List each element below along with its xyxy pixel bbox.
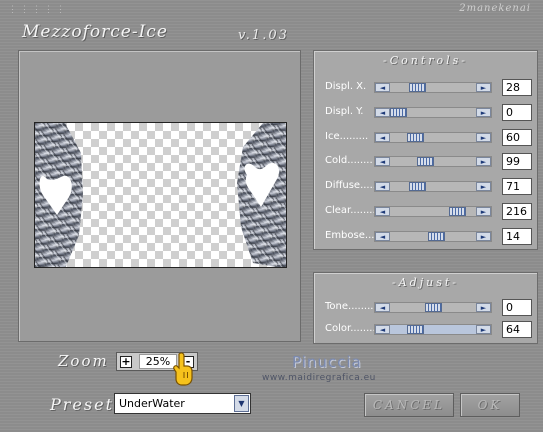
slider-row: Displ. Y. ◄ ► 0 bbox=[314, 103, 537, 122]
ok-button[interactable]: OK bbox=[460, 393, 520, 417]
slider-track[interactable]: ◄ ► bbox=[374, 302, 492, 313]
arrow-left-icon[interactable]: ◄ bbox=[375, 107, 390, 117]
arrow-left-icon[interactable]: ◄ bbox=[375, 182, 390, 192]
slider-track[interactable]: ◄ ► bbox=[374, 181, 492, 193]
arrow-right-icon[interactable]: ► bbox=[476, 207, 491, 216]
slider-value-input[interactable]: 0 bbox=[502, 299, 532, 316]
slider-thumb[interactable] bbox=[407, 325, 424, 334]
slider-label: Clear........ bbox=[325, 205, 376, 216]
arrow-right-icon[interactable]: ► bbox=[476, 132, 491, 142]
arrow-right-icon[interactable]: ► bbox=[476, 83, 491, 92]
arrow-left-icon[interactable]: ◄ bbox=[375, 325, 390, 334]
slider-label: Displ. X. bbox=[325, 81, 367, 92]
preset-label: Preset bbox=[50, 395, 114, 414]
slider-row: Tone......... ◄ ► 0 bbox=[314, 299, 537, 317]
arrow-right-icon[interactable]: ► bbox=[476, 157, 491, 167]
filter-dialog: ⋮⋮⋮⋮⋮ 2manekenai Mezzoforce-Ice v.1.03 -… bbox=[0, 0, 543, 432]
slider-value-input[interactable]: 216 bbox=[502, 203, 532, 220]
slider-track[interactable]: ◄ ► bbox=[374, 156, 492, 168]
slider-value-input[interactable]: 14 bbox=[502, 227, 532, 245]
plugin-title: Mezzoforce-Ice bbox=[22, 22, 168, 42]
slider-track[interactable]: ◄ ► bbox=[374, 206, 492, 217]
pointing-hand-icon bbox=[173, 352, 193, 386]
slider-thumb[interactable] bbox=[390, 107, 407, 117]
slider-thumb[interactable] bbox=[428, 231, 445, 241]
slider-thumb[interactable] bbox=[409, 182, 426, 192]
slider-value-input[interactable]: 60 bbox=[502, 128, 532, 146]
preview-artwork bbox=[35, 123, 286, 267]
slider-label: Displ. Y. bbox=[325, 105, 364, 117]
drag-grip-icon[interactable]: ⋮⋮⋮⋮⋮ bbox=[8, 5, 68, 15]
arrow-left-icon[interactable]: ◄ bbox=[375, 207, 390, 216]
slider-thumb[interactable] bbox=[417, 157, 434, 167]
slider-thumb[interactable] bbox=[449, 207, 466, 216]
arrow-left-icon[interactable]: ◄ bbox=[375, 157, 390, 167]
slider-label: Color........ bbox=[325, 323, 376, 334]
controls-panel: -Controls- Displ. X. ◄ ► 28 Displ. Y. ◄ ► 0 Ice.… bbox=[313, 50, 538, 250]
slider-row: Clear........ ◄ ► 216 bbox=[314, 203, 537, 221]
zoom-in-button[interactable]: + bbox=[120, 356, 132, 368]
arrow-left-icon[interactable]: ◄ bbox=[375, 83, 390, 92]
arrow-left-icon[interactable]: ◄ bbox=[375, 231, 390, 241]
controls-title: -Controls- bbox=[382, 54, 469, 67]
slider-track[interactable]: ◄ ► bbox=[374, 230, 492, 242]
slider-label: Tone......... bbox=[325, 301, 377, 312]
slider-row: Embose...... ◄ ► 14 bbox=[314, 227, 537, 246]
zoom-label: Zoom bbox=[58, 352, 109, 370]
arrow-left-icon[interactable]: ◄ bbox=[375, 132, 390, 142]
watermark-url: www.maidiregrafica.eu bbox=[262, 373, 376, 383]
slider-value-input[interactable]: 99 bbox=[502, 153, 532, 171]
chevron-down-icon[interactable]: ▼ bbox=[234, 395, 249, 412]
slider-track[interactable]: ◄ ► bbox=[374, 131, 492, 143]
arrow-right-icon[interactable]: ► bbox=[476, 231, 491, 241]
preview-panel bbox=[18, 50, 301, 342]
slider-row: Color........ ◄ ► 64 bbox=[314, 321, 537, 339]
title-bar[interactable]: ⋮⋮⋮⋮⋮ 2manekenai bbox=[0, 0, 543, 20]
slider-value-input[interactable]: 28 bbox=[502, 79, 532, 96]
arrow-left-icon[interactable]: ◄ bbox=[375, 303, 390, 312]
slider-track[interactable]: ◄ ► bbox=[374, 324, 492, 335]
preset-dropdown[interactable]: UnderWater ▼ bbox=[114, 393, 251, 414]
slider-row: Displ. X. ◄ ► 28 bbox=[314, 79, 537, 97]
slider-row: Ice......... ◄ ► 60 bbox=[314, 128, 537, 147]
arrow-right-icon[interactable]: ► bbox=[476, 107, 491, 117]
brand-label: 2manekenai bbox=[459, 3, 531, 14]
slider-thumb[interactable] bbox=[407, 132, 424, 142]
slider-row: Cold........ ◄ ► 99 bbox=[314, 153, 537, 171]
slider-label: Ice......... bbox=[325, 130, 369, 142]
arrow-right-icon[interactable]: ► bbox=[476, 182, 491, 192]
slider-value-input[interactable]: 71 bbox=[502, 178, 532, 196]
preview-image[interactable] bbox=[34, 122, 287, 268]
plugin-version: v.1.03 bbox=[238, 28, 289, 43]
adjust-panel: -Adjust- Tone......... ◄ ► 0 Color........ ◄ ►… bbox=[313, 272, 538, 344]
slider-value-input[interactable]: 0 bbox=[502, 103, 532, 121]
slider-row: Diffuse..... ◄ ► 71 bbox=[314, 178, 537, 196]
arrow-right-icon[interactable]: ► bbox=[476, 325, 491, 334]
slider-track[interactable]: ◄ ► bbox=[374, 82, 492, 93]
slider-value-input[interactable]: 64 bbox=[502, 321, 532, 338]
cancel-button[interactable]: CANCEL bbox=[364, 393, 454, 417]
slider-thumb[interactable] bbox=[409, 83, 426, 92]
watermark-name: Pinuccia bbox=[292, 353, 362, 371]
arrow-right-icon[interactable]: ► bbox=[476, 303, 491, 312]
slider-thumb[interactable] bbox=[425, 303, 442, 312]
slider-label: Cold........ bbox=[325, 155, 373, 167]
preset-value: UnderWater bbox=[119, 397, 185, 410]
adjust-title: -Adjust- bbox=[392, 276, 459, 289]
slider-track[interactable]: ◄ ► bbox=[374, 106, 492, 118]
slider-label: Diffuse..... bbox=[325, 180, 376, 192]
